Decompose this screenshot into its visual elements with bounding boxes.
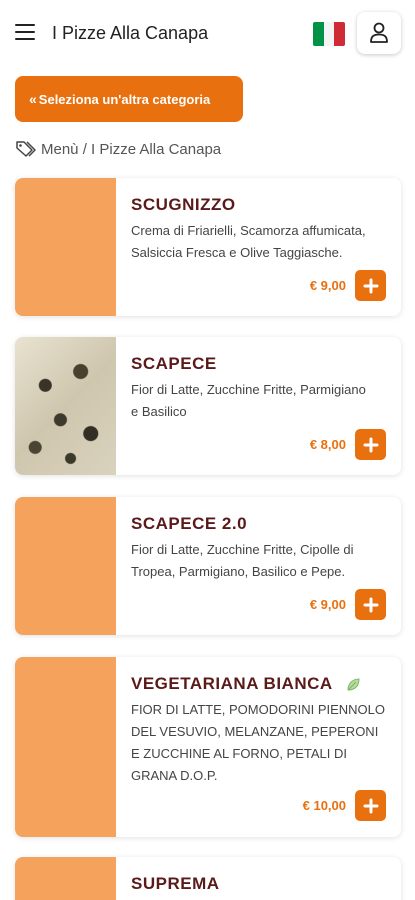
product-name: VEGETARIANA BIANCA xyxy=(131,674,333,693)
product-name: SUPREMA xyxy=(131,874,220,893)
product-name: SCUGNIZZO xyxy=(131,195,236,214)
product-price: € 10,00 xyxy=(302,798,346,813)
tag-icon xyxy=(16,141,36,157)
product-card[interactable]: SCUGNIZZO Crema di Friarielli, Scamorza … xyxy=(15,178,401,316)
product-description: Fior di Latte, Zucchine Fritte, Cipolle … xyxy=(131,542,354,579)
add-to-cart-button[interactable] xyxy=(355,429,386,460)
product-image-placeholder xyxy=(15,178,116,316)
product-image-placeholder xyxy=(15,857,116,900)
product-price: € 9,00 xyxy=(309,278,346,293)
breadcrumb-current: I Pizze Alla Canapa xyxy=(91,140,222,158)
product-description: FIOR DI LATTE, POMODORINI PIENNOLO DEL V… xyxy=(131,702,386,783)
breadcrumb-menu-link[interactable]: Menù xyxy=(41,141,79,158)
add-to-cart-button[interactable] xyxy=(355,270,386,301)
product-image-placeholder xyxy=(15,657,116,837)
app-header: I Pizze Alla Canapa xyxy=(0,0,415,68)
add-to-cart-button[interactable] xyxy=(355,790,386,821)
plus-icon xyxy=(363,278,378,293)
product-price: € 8,00 xyxy=(309,437,346,452)
hamburger-menu-icon[interactable] xyxy=(15,24,35,42)
select-other-category-button[interactable]: « Seleziona un'altra categoria xyxy=(15,76,243,122)
double-chevron-left-icon: « xyxy=(29,91,37,107)
plus-icon xyxy=(363,437,378,452)
select-other-category-label: Seleziona un'altra categoria xyxy=(38,91,211,107)
product-name: SCAPECE 2.0 xyxy=(131,514,248,533)
plus-icon xyxy=(363,798,378,813)
plus-icon xyxy=(363,597,378,612)
product-name: SCAPECE xyxy=(131,354,217,373)
product-card[interactable]: SUPREMA xyxy=(15,857,401,900)
product-card[interactable]: VEGETARIANA BIANCA FIOR DI LATTE, POMODO… xyxy=(15,657,401,837)
vegetarian-leaf-icon xyxy=(347,678,360,691)
breadcrumb-separator: / xyxy=(78,140,92,158)
breadcrumb: Menù / I Pizze Alla Canapa xyxy=(15,140,221,158)
user-icon xyxy=(370,22,388,43)
italy-flag-icon[interactable] xyxy=(313,22,345,46)
product-price: € 9,00 xyxy=(309,597,346,612)
product-name-row: VEGETARIANA BIANCA xyxy=(131,674,361,694)
account-button[interactable] xyxy=(357,12,401,54)
page-title: I Pizze Alla Canapa xyxy=(52,23,209,43)
product-image xyxy=(15,337,116,475)
product-image-placeholder xyxy=(15,497,116,635)
product-description: Fior di Latte, Zucchine Fritte, Parmigia… xyxy=(131,382,366,419)
product-card[interactable]: SCAPECE 2.0 Fior di Latte, Zucchine Frit… xyxy=(15,497,401,635)
product-description: Crema di Friarielli, Scamorza affumicata… xyxy=(131,223,366,260)
add-to-cart-button[interactable] xyxy=(355,589,386,620)
product-card[interactable]: SCAPECE Fior di Latte, Zucchine Fritte, … xyxy=(15,337,401,475)
